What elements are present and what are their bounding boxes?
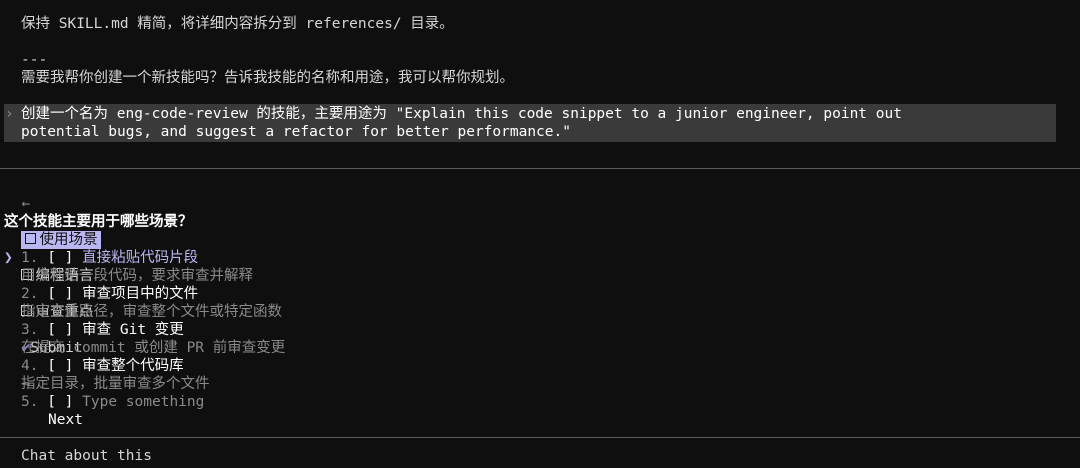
option-number: 1. [21, 250, 39, 266]
user-prompt-marker: › [5, 106, 14, 122]
user-message-line-2: potential bugs, and suggest a refactor f… [21, 124, 571, 140]
option-title: 审查整个代码库 [82, 358, 184, 374]
option-type-something-input[interactable]: Type something [82, 394, 204, 410]
option-number: 5. [21, 394, 39, 410]
option-4-desc: 指定目录，批量审查多个文件 [21, 376, 210, 392]
option-checkbox[interactable]: [ ] [47, 250, 73, 266]
option-number: 2. [21, 286, 39, 302]
checkbox-icon [25, 233, 37, 244]
option-checkbox[interactable]: [ ] [47, 322, 73, 338]
cursor-icon: ❯ [4, 250, 13, 266]
option-checkbox[interactable]: [ ] [47, 394, 73, 410]
option-title: 审查 Git 变更 [82, 322, 184, 338]
option-title: 审查项目中的文件 [82, 286, 199, 302]
top-divider [0, 168, 1080, 169]
option-title: 直接粘贴代码片段 [82, 250, 199, 266]
option-3-desc: 在提交 commit 或创建 PR 前审查变更 [21, 340, 286, 356]
user-message-line-1: 创建一个名为 eng-code-review 的技能，主要用途为 "Explai… [21, 106, 902, 122]
tab-label: 使用场景 [39, 232, 98, 248]
option-2-desc: 指定文件路径，审查整个文件或特定函数 [21, 304, 282, 320]
tab-usage-scenarios[interactable]: 使用场景 [21, 231, 102, 249]
option-5[interactable]: 5. [ ] Type something [21, 393, 204, 411]
history-line-1: 保持 SKILL.md 精简，将详细内容拆分到 references/ 目录。 [21, 16, 454, 32]
option-checkbox[interactable]: [ ] [47, 358, 73, 374]
history-separator: --- [21, 52, 48, 68]
tab-left-arrow-icon[interactable]: ← [21, 196, 30, 212]
option-4[interactable]: 4. [ ] 审查整个代码库 [21, 357, 184, 375]
bottom-divider [0, 437, 1080, 438]
option-1-desc: 用户粘贴一段代码，要求审查并解释 [21, 268, 253, 284]
option-1[interactable]: 1. [ ] 直接粘贴代码片段 [21, 249, 198, 267]
question-title: 这个技能主要用于哪些场景？ [4, 214, 193, 230]
next-button[interactable]: Next [48, 411, 83, 429]
option-2[interactable]: 2. [ ] 审查项目中的文件 [21, 285, 198, 303]
option-number: 4. [21, 358, 39, 374]
option-checkbox[interactable]: [ ] [47, 286, 73, 302]
option-3[interactable]: 3. [ ] 审查 Git 变更 [21, 321, 184, 339]
history-line-2: 需要我帮你创建一个新技能吗？告诉我技能的名称和用途，我可以帮你规划。 [21, 70, 514, 86]
option-number: 3. [21, 322, 39, 338]
chat-about-this[interactable]: Chat about this [21, 447, 152, 465]
